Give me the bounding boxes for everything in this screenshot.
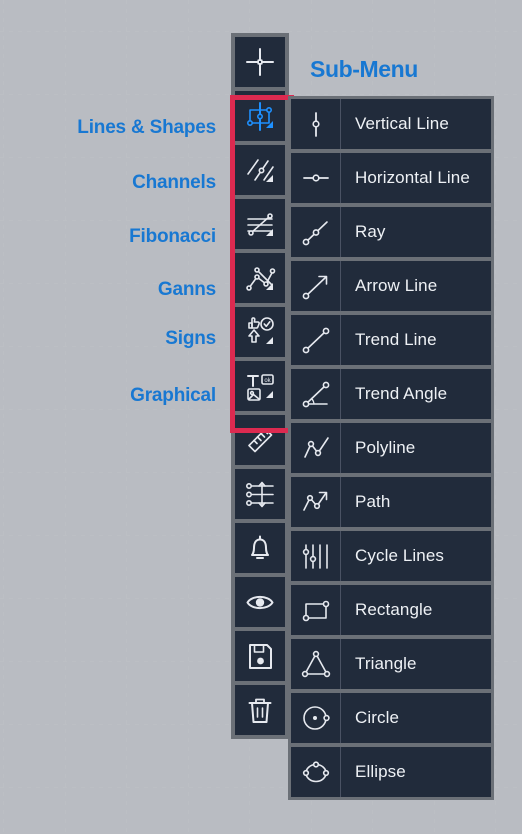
- svg-text:ok: ok: [264, 378, 271, 384]
- rectangle-icon: [291, 585, 341, 635]
- submenu-item-circle[interactable]: Circle: [291, 693, 491, 743]
- toolbar-button-alerts[interactable]: [235, 523, 285, 573]
- submenu-item-label: Trend Angle: [355, 384, 448, 403]
- submenu-item-label: Ray: [355, 222, 386, 241]
- ganns-icon: [243, 261, 277, 295]
- horizontal-line-icon: [291, 153, 341, 203]
- submenu-item-label: Circle: [355, 708, 400, 727]
- submenu-item-label: Triangle: [355, 654, 417, 673]
- submenu-item-rectangle[interactable]: Rectangle: [291, 585, 491, 635]
- annotation-label-signs: Signs: [165, 328, 216, 349]
- toolbar-button-channels[interactable]: [235, 145, 285, 195]
- submenu-item-vertical-line[interactable]: Vertical Line: [291, 99, 491, 149]
- submenu-item-label: Trend Line: [355, 330, 437, 349]
- submenu-item-trend-angle[interactable]: Trend Angle: [291, 369, 491, 419]
- toolbar-button-save[interactable]: [235, 631, 285, 681]
- submenu-item-trend-line[interactable]: Trend Line: [291, 315, 491, 365]
- triangle-icon: [291, 639, 341, 689]
- ellipse-icon: [291, 747, 341, 797]
- grid-vertical-line: [495, 0, 496, 834]
- floppy-disk-icon: [243, 639, 277, 673]
- signs-icon: [243, 315, 277, 349]
- submenu-item-ray[interactable]: Ray: [291, 207, 491, 257]
- submenu-item-cycle-lines[interactable]: Cycle Lines: [291, 531, 491, 581]
- crosshair-icon: [243, 45, 277, 79]
- toolbar-button-graphical[interactable]: ok: [235, 361, 285, 411]
- submenu-item-label: Path: [355, 492, 391, 511]
- submenu-item-triangle[interactable]: Triangle: [291, 639, 491, 689]
- grid-horizontal-line: [0, 31, 522, 32]
- toolbar-button-signs[interactable]: [235, 307, 285, 357]
- arrow-line-icon: [291, 261, 341, 311]
- vertical-line-icon: [291, 99, 341, 149]
- annotation-label-fibonacci: Fibonacci: [129, 226, 216, 247]
- toolbar-button-delete[interactable]: [235, 685, 285, 735]
- circle-icon: [291, 693, 341, 743]
- drawing-tools-toolbar[interactable]: ok: [231, 33, 289, 739]
- toolbar-button-ganns[interactable]: [235, 253, 285, 303]
- toolbar-button-visibility[interactable]: [235, 577, 285, 627]
- toolbar-button-crosshair[interactable]: [235, 37, 285, 87]
- eye-icon: [243, 585, 277, 619]
- annotation-label-channels: Channels: [132, 172, 216, 193]
- lines-and-shapes-submenu[interactable]: Vertical Line Horizontal Line Ray Arrow Lin…: [288, 96, 494, 800]
- submenu-item-label: Ellipse: [355, 762, 406, 781]
- channels-icon: [243, 153, 277, 187]
- polyline-icon: [291, 423, 341, 473]
- annotation-label-ganns: Ganns: [157, 279, 216, 300]
- ruler-icon: [243, 423, 277, 457]
- submenu-item-ellipse[interactable]: Ellipse: [291, 747, 491, 797]
- levels-icon: [243, 477, 277, 511]
- path-icon: [291, 477, 341, 527]
- graphical-icon: ok: [243, 369, 277, 403]
- annotation-label-lines-shapes: Lines & Shapes: [77, 117, 216, 138]
- submenu-item-label: Polyline: [355, 438, 416, 457]
- cycle-lines-icon: [291, 531, 341, 581]
- submenu-item-label: Vertical Line: [355, 114, 449, 133]
- trash-icon: [243, 693, 277, 727]
- annotation-label-graphical: Graphical: [130, 385, 216, 406]
- submenu-item-label: Arrow Line: [355, 276, 438, 295]
- toolbar-button-measure[interactable]: [235, 415, 285, 465]
- submenu-item-label: Horizontal Line: [355, 168, 470, 187]
- fibonacci-icon: [243, 207, 277, 241]
- submenu-item-label: Cycle Lines: [355, 546, 444, 565]
- trend-line-icon: [291, 315, 341, 365]
- screenshot-canvas: Lines & Shapes Channels Fibonacci Ganns Sign…: [0, 0, 522, 834]
- toolbar-button-magnet[interactable]: [235, 469, 285, 519]
- bell-icon: [243, 531, 277, 565]
- toolbar-button-fibonacci[interactable]: [235, 199, 285, 249]
- toolbar-button-lines-shapes[interactable]: [235, 91, 285, 141]
- submenu-item-arrow-line[interactable]: Arrow Line: [291, 261, 491, 311]
- trend-angle-icon: [291, 369, 341, 419]
- submenu-item-horizontal-line[interactable]: Horizontal Line: [291, 153, 491, 203]
- lines-and-shapes-icon: [243, 99, 277, 133]
- ray-icon: [291, 207, 341, 257]
- submenu-item-label: Rectangle: [355, 600, 433, 619]
- submenu-item-path[interactable]: Path: [291, 477, 491, 527]
- submenu-item-polyline[interactable]: Polyline: [291, 423, 491, 473]
- submenu-title-annotation: Sub-Menu: [310, 56, 418, 82]
